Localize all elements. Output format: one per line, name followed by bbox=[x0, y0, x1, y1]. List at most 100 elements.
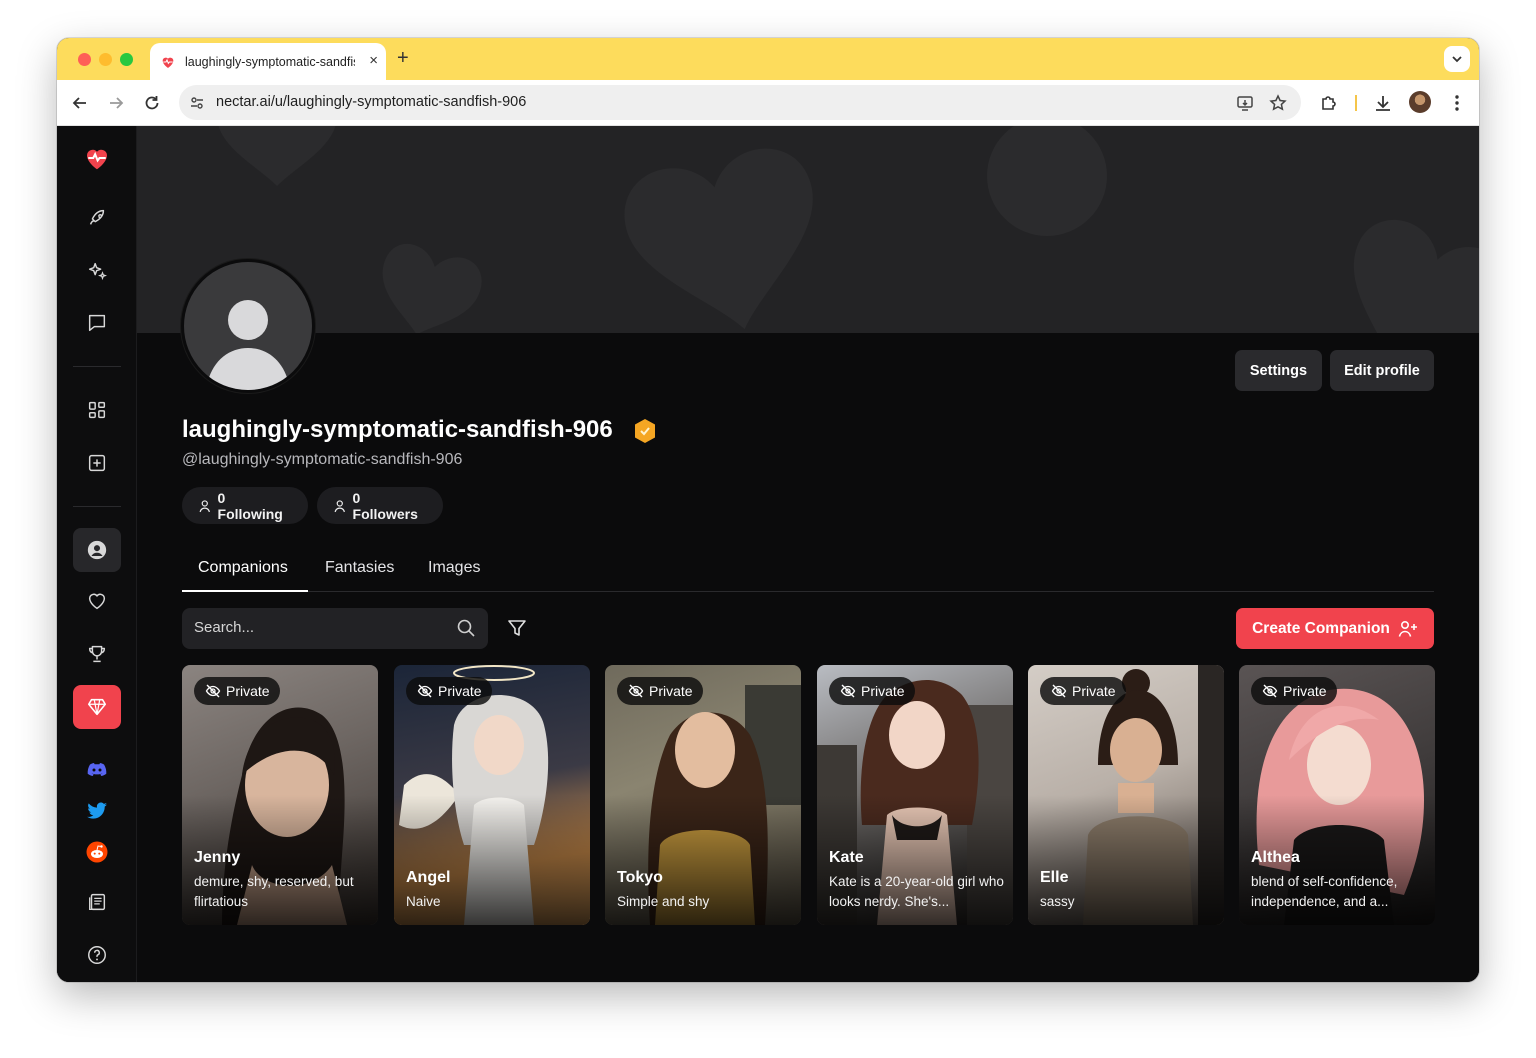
search-icon[interactable] bbox=[456, 618, 476, 638]
companion-name: Jenny bbox=[194, 849, 241, 866]
puzzle-icon bbox=[1322, 96, 1336, 110]
back-button[interactable] bbox=[68, 91, 92, 115]
eye-off-icon bbox=[417, 684, 433, 698]
sparkles-icon bbox=[88, 262, 107, 281]
docs-icon bbox=[89, 893, 106, 911]
sidebar bbox=[57, 126, 137, 982]
chat-icon bbox=[88, 314, 106, 332]
sidebar-item-profile[interactable] bbox=[73, 528, 121, 572]
minimize-window-button[interactable] bbox=[99, 53, 112, 66]
companion-card[interactable]: Private Althea blend of self-confidence,… bbox=[1239, 665, 1435, 925]
tab-close-button[interactable]: × bbox=[369, 52, 378, 70]
browser-tab[interactable]: laughingly-symptomatic-sandfish-906 - Ne… bbox=[150, 43, 386, 80]
profile-tabs: Companions Fantasies Images bbox=[182, 551, 1434, 592]
site-info-icon[interactable] bbox=[187, 93, 207, 113]
settings-button[interactable]: Settings bbox=[1235, 350, 1322, 391]
forward-button[interactable] bbox=[104, 91, 128, 115]
private-label: Private bbox=[1283, 683, 1327, 699]
rocket-icon bbox=[89, 209, 105, 225]
user-outline-icon bbox=[334, 499, 345, 512]
extensions-button[interactable] bbox=[1317, 91, 1341, 115]
followers-count: 0 Followers bbox=[352, 489, 418, 522]
eye-off-icon bbox=[1051, 684, 1067, 698]
following-button[interactable]: 0 Following bbox=[182, 487, 308, 524]
companion-card[interactable]: Private Elle sassy bbox=[1028, 665, 1224, 925]
companion-description: Kate is a 20-year-old girl who looks ner… bbox=[829, 874, 1004, 909]
plus-square-icon bbox=[88, 454, 106, 472]
create-companion-button[interactable]: Create Companion bbox=[1236, 608, 1434, 649]
sidebar-item-favorites[interactable] bbox=[73, 579, 121, 623]
sidebar-item-help[interactable] bbox=[73, 933, 121, 977]
new-tab-button[interactable]: + bbox=[397, 47, 409, 69]
companion-card[interactable]: Private Kate Kate is a 20-year-old girl … bbox=[817, 665, 1013, 925]
profile-banner bbox=[137, 126, 1479, 333]
close-window-button[interactable] bbox=[78, 53, 91, 66]
companion-grid: Private Jenny demure, shy, reserved, but… bbox=[182, 665, 1435, 925]
url-text[interactable]: nectar.ai/u/laughingly-symptomatic-sandf… bbox=[216, 94, 526, 110]
private-badge: Private bbox=[1251, 677, 1337, 705]
twitter-link[interactable] bbox=[73, 789, 121, 833]
companion-card[interactable]: Private Tokyo Simple and shy bbox=[605, 665, 801, 925]
user-plus-icon bbox=[1398, 620, 1417, 637]
tab-images[interactable]: Images bbox=[428, 559, 480, 577]
companion-name: Elle bbox=[1040, 869, 1069, 886]
browser-profile-avatar[interactable] bbox=[1409, 91, 1431, 113]
filter-icon[interactable] bbox=[506, 617, 528, 639]
bookmark-star-icon[interactable] bbox=[1268, 93, 1288, 113]
active-tab-indicator bbox=[182, 590, 308, 592]
eye-off-icon bbox=[1262, 684, 1278, 698]
sidebar-item-create[interactable] bbox=[73, 441, 121, 485]
private-label: Private bbox=[861, 683, 905, 699]
tab-title: laughingly-symptomatic-sandfish-906 - Ne… bbox=[185, 54, 355, 69]
companion-card[interactable]: Private Jenny demure, shy, reserved, but… bbox=[182, 665, 378, 925]
chevron-down-icon bbox=[1452, 56, 1462, 63]
sidebar-item-generate[interactable] bbox=[73, 249, 121, 293]
reload-button[interactable] bbox=[140, 91, 164, 115]
profile-avatar[interactable] bbox=[181, 259, 315, 393]
reload-icon bbox=[145, 96, 159, 110]
window-controls bbox=[78, 53, 133, 66]
nectar-favicon-icon bbox=[162, 57, 174, 68]
browser-menu-button[interactable] bbox=[1445, 91, 1469, 115]
address-bar[interactable]: nectar.ai/u/laughingly-symptomatic-sandf… bbox=[179, 85, 1301, 120]
default-user-icon bbox=[206, 300, 290, 390]
install-app-icon[interactable] bbox=[1235, 93, 1255, 113]
private-badge: Private bbox=[194, 677, 280, 705]
home-logo-link[interactable] bbox=[73, 136, 121, 180]
profile-username: laughingly-symptomatic-sandfish-906 bbox=[182, 416, 613, 443]
tab-search-button[interactable] bbox=[1444, 46, 1470, 72]
companion-name: Kate bbox=[829, 849, 864, 866]
discord-link[interactable] bbox=[73, 748, 121, 792]
toolbar-divider bbox=[1355, 95, 1357, 111]
eye-off-icon bbox=[628, 684, 644, 698]
search-input[interactable] bbox=[194, 619, 444, 636]
private-label: Private bbox=[226, 683, 270, 699]
sidebar-item-docs[interactable] bbox=[73, 880, 121, 924]
sidebar-divider bbox=[73, 506, 121, 507]
companion-card[interactable]: Private Angel Naive bbox=[394, 665, 590, 925]
browser-tab-bar: laughingly-symptomatic-sandfish-906 - Ne… bbox=[57, 38, 1479, 80]
sidebar-item-explore[interactable] bbox=[73, 196, 121, 240]
reddit-icon bbox=[86, 841, 108, 863]
sidebar-item-leaderboard[interactable] bbox=[73, 632, 121, 676]
tab-fantasies[interactable]: Fantasies bbox=[325, 559, 394, 577]
eye-off-icon bbox=[205, 684, 221, 698]
twitter-icon bbox=[87, 802, 107, 819]
reddit-link[interactable] bbox=[73, 830, 121, 874]
sidebar-divider bbox=[73, 366, 121, 367]
private-badge: Private bbox=[1040, 677, 1126, 705]
followers-button[interactable]: 0 Followers bbox=[317, 487, 443, 524]
companion-name: Angel bbox=[406, 869, 451, 886]
sidebar-item-premium[interactable] bbox=[73, 685, 121, 729]
discord-icon bbox=[87, 763, 107, 776]
user-outline-icon bbox=[199, 499, 210, 512]
gem-icon bbox=[87, 698, 107, 716]
tab-companions[interactable]: Companions bbox=[198, 559, 288, 577]
sidebar-item-dashboard[interactable] bbox=[73, 388, 121, 432]
companion-description: sassy bbox=[1040, 894, 1075, 909]
edit-profile-button[interactable]: Edit profile bbox=[1330, 350, 1434, 391]
downloads-button[interactable] bbox=[1371, 91, 1395, 115]
profile-handle: @laughingly-symptomatic-sandfish-906 bbox=[182, 451, 463, 468]
sidebar-item-chats[interactable] bbox=[73, 301, 121, 345]
maximize-window-button[interactable] bbox=[120, 53, 133, 66]
